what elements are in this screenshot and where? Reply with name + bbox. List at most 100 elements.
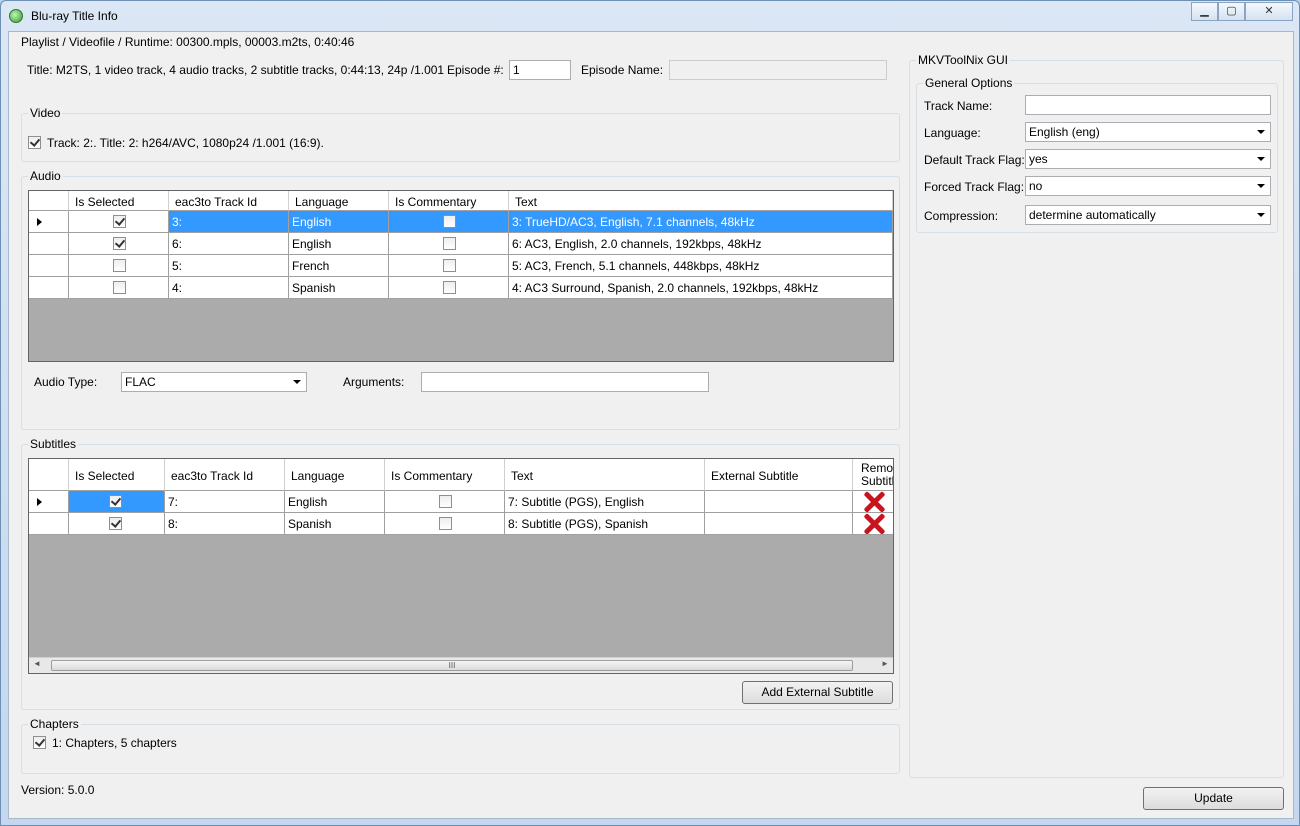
audio-type-select[interactable]: FLAC	[121, 372, 307, 392]
audio-cell-language[interactable]: English	[289, 211, 389, 233]
audio-cell-language[interactable]: English	[289, 233, 389, 255]
title-bar[interactable]: Blu-ray Title Info ▁ ▢ ✕	[1, 1, 1299, 31]
audio-row-selected-checkbox[interactable]	[113, 215, 126, 228]
subtitle-cell-commentary[interactable]	[385, 513, 505, 535]
scroll-right-icon[interactable]: ►	[881, 659, 889, 668]
audio-row-commentary-checkbox[interactable]	[443, 259, 456, 272]
subtitles-grid[interactable]: Is Selected eac3to Track Id Language Is …	[28, 458, 894, 674]
chevron-down-icon	[1257, 157, 1265, 161]
audio-cell-commentary[interactable]	[389, 255, 509, 277]
audio-cell-commentary[interactable]	[389, 233, 509, 255]
add-external-subtitle-button[interactable]: Add External Subtitle	[742, 681, 893, 704]
audio-cell-track-id[interactable]: 4:	[169, 277, 289, 299]
default-flag-value: yes	[1029, 152, 1048, 166]
subtitle-col-text[interactable]: Text	[505, 459, 705, 491]
update-button[interactable]: Update	[1143, 787, 1284, 810]
compression-value: determine automatically	[1029, 208, 1156, 222]
audio-row-commentary-checkbox[interactable]	[443, 215, 456, 228]
subtitle-row-commentary-checkbox[interactable]	[439, 517, 452, 530]
close-button[interactable]: ✕	[1245, 2, 1293, 21]
language-select[interactable]: English (eng)	[1025, 122, 1271, 142]
chapters-checkbox[interactable]	[33, 736, 46, 749]
subtitle-cell-text[interactable]: 8: Subtitle (PGS), Spanish	[505, 513, 705, 535]
subtitle-col-commentary[interactable]: Is Commentary	[385, 459, 505, 491]
subtitle-cell-selected[interactable]	[69, 513, 165, 535]
chapters-group: Chapters 1: Chapters, 5 chapters	[21, 717, 900, 774]
subtitle-row-commentary-checkbox[interactable]	[439, 495, 452, 508]
arguments-input[interactable]	[421, 372, 709, 392]
subtitle-row-selected-checkbox[interactable]	[109, 495, 122, 508]
subtitle-cell-text[interactable]: 7: Subtitle (PGS), English	[505, 491, 705, 513]
subtitle-cell-track-id[interactable]: 8:	[165, 513, 285, 535]
audio-cell-track-id[interactable]: 5:	[169, 255, 289, 277]
audio-row-commentary-checkbox[interactable]	[443, 281, 456, 294]
audio-cell-track-id[interactable]: 3:	[169, 211, 289, 233]
subtitle-cell-external[interactable]	[705, 491, 853, 513]
audio-row-selected-checkbox[interactable]	[113, 237, 126, 250]
default-flag-select[interactable]: yes	[1025, 149, 1271, 169]
episode-name-label: Episode Name:	[581, 63, 664, 77]
subtitle-row-header-current[interactable]	[29, 491, 69, 513]
audio-cell-language[interactable]: French	[289, 255, 389, 277]
audio-group: Audio Is Selected eac3to Track Id Langua…	[21, 169, 900, 430]
subtitle-cell-language[interactable]: English	[285, 491, 385, 513]
audio-row-header[interactable]	[29, 255, 69, 277]
audio-col-text[interactable]: Text	[509, 191, 893, 211]
audio-cell-text[interactable]: 3: TrueHD/AC3, English, 7.1 channels, 48…	[509, 211, 893, 233]
forced-flag-select[interactable]: no	[1025, 176, 1271, 196]
audio-row-header[interactable]	[29, 233, 69, 255]
audio-cell-text[interactable]: 5: AC3, French, 5.1 channels, 448kbps, 4…	[509, 255, 893, 277]
episode-number-input[interactable]: 1	[509, 60, 571, 80]
subtitle-row-header[interactable]	[29, 513, 69, 535]
episode-name-input[interactable]	[669, 60, 887, 80]
compression-select[interactable]: determine automatically	[1025, 205, 1271, 225]
remove-subtitle-icon[interactable]	[863, 513, 885, 534]
subtitle-horizontal-scrollbar[interactable]: ◄ III ►	[29, 657, 893, 673]
subtitle-col-external[interactable]: External Subtitle	[705, 459, 853, 491]
audio-row-header[interactable]	[29, 277, 69, 299]
subtitle-col-language[interactable]: Language	[285, 459, 385, 491]
subtitle-col-remove[interactable]: Remov Subtitle	[853, 459, 893, 491]
audio-cell-selected[interactable]	[69, 233, 169, 255]
minimize-button[interactable]: ▁	[1191, 2, 1218, 21]
audio-col-selected[interactable]: Is Selected	[69, 191, 169, 211]
subtitle-cell-track-id[interactable]: 7:	[165, 491, 285, 513]
audio-cell-selected[interactable]	[69, 277, 169, 299]
audio-cell-selected[interactable]	[69, 211, 169, 233]
audio-cell-commentary[interactable]	[389, 211, 509, 233]
subtitle-cell-language[interactable]: Spanish	[285, 513, 385, 535]
language-value: English (eng)	[1029, 125, 1100, 139]
audio-col-track-id[interactable]: eac3to Track Id	[169, 191, 289, 211]
subtitle-cell-commentary[interactable]	[385, 491, 505, 513]
audio-type-label: Audio Type:	[34, 375, 98, 389]
audio-row-commentary-checkbox[interactable]	[443, 237, 456, 250]
subtitle-cell-remove[interactable]	[853, 491, 893, 513]
audio-col-commentary[interactable]: Is Commentary	[389, 191, 509, 211]
audio-tracks-grid[interactable]: Is Selected eac3to Track Id Language Is …	[28, 190, 894, 362]
app-window: Blu-ray Title Info ▁ ▢ ✕ Playlist / Vide…	[0, 0, 1300, 826]
audio-cell-track-id[interactable]: 6:	[169, 233, 289, 255]
audio-row-selected-checkbox[interactable]	[113, 259, 126, 272]
audio-col-language[interactable]: Language	[289, 191, 389, 211]
subtitle-row-selected-checkbox[interactable]	[109, 517, 122, 530]
audio-cell-text[interactable]: 4: AC3 Surround, Spanish, 2.0 channels, …	[509, 277, 893, 299]
video-track-checkbox[interactable]	[28, 136, 41, 149]
subtitle-col-track-id[interactable]: eac3to Track Id	[165, 459, 285, 491]
subtitle-cell-remove[interactable]	[853, 513, 893, 535]
audio-row-selected-checkbox[interactable]	[113, 281, 126, 294]
subtitles-group-label: Subtitles	[28, 437, 79, 451]
scroll-left-icon[interactable]: ◄	[33, 659, 41, 668]
maximize-button[interactable]: ▢	[1218, 2, 1245, 21]
audio-cell-text[interactable]: 6: AC3, English, 2.0 channels, 192kbps, …	[509, 233, 893, 255]
remove-subtitle-icon[interactable]	[863, 491, 885, 512]
track-name-input[interactable]	[1025, 95, 1271, 115]
subtitle-cell-external[interactable]	[705, 513, 853, 535]
audio-cell-selected[interactable]	[69, 255, 169, 277]
audio-cell-language[interactable]: Spanish	[289, 277, 389, 299]
scroll-thumb[interactable]: III	[51, 660, 853, 671]
audio-cell-commentary[interactable]	[389, 277, 509, 299]
language-label: Language:	[924, 126, 981, 140]
subtitle-col-selected[interactable]: Is Selected	[69, 459, 165, 491]
subtitle-cell-selected[interactable]	[69, 491, 165, 513]
audio-row-header-current[interactable]	[29, 211, 69, 233]
